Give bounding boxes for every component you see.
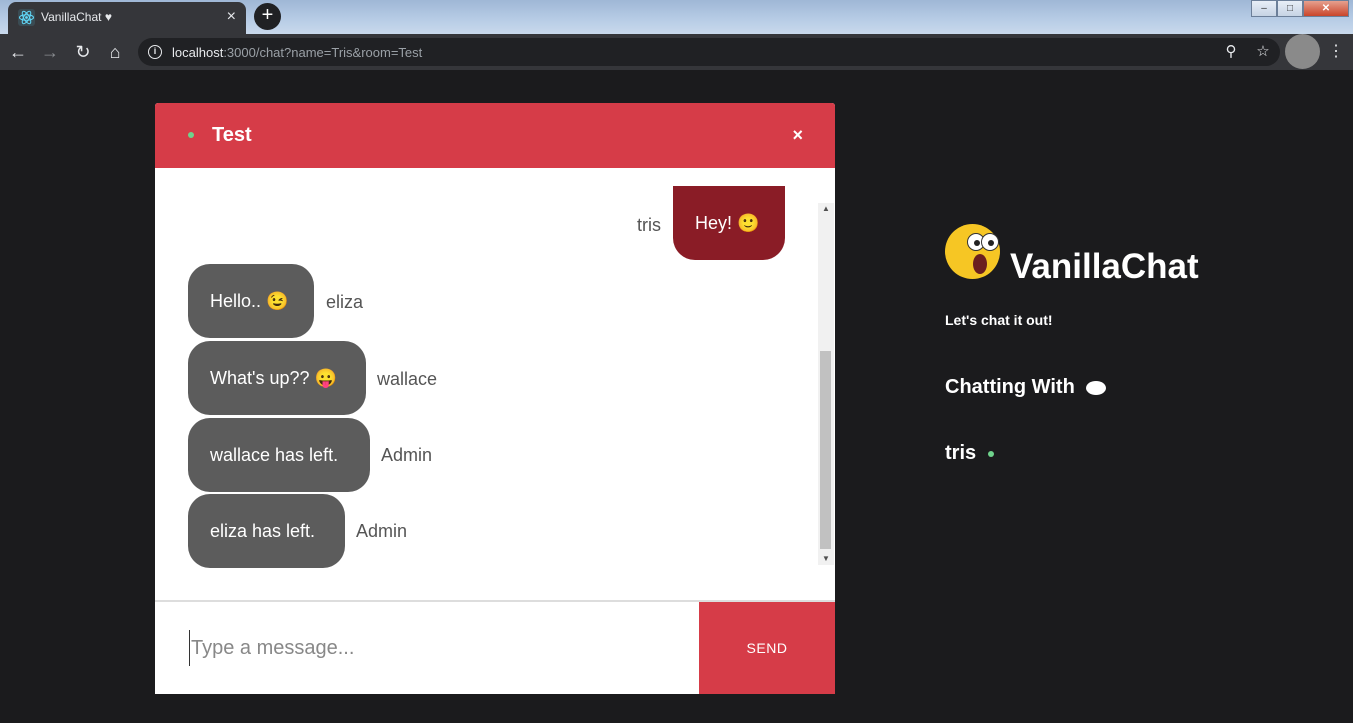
react-icon [18,9,35,26]
browser-toolbar: ← → ↻ ⌂ i localhost:3000/chat?name=Tris&… [0,34,1353,70]
window-close-button[interactable]: ✕ [1303,0,1349,17]
home-icon[interactable]: ⌂ [103,40,127,64]
scrollbar-thumb[interactable] [820,351,831,549]
message-sender: eliza [326,292,364,312]
message-sender: tris [637,215,661,235]
tab-close-icon[interactable]: × [227,8,236,26]
browser-titlebar: VanillaChat ♥ × + – □ ✕ [0,0,1353,34]
astonished-face-icon [945,224,1000,279]
address-bar[interactable]: i localhost:3000/chat?name=Tris&room=Tes… [138,38,1280,66]
browser-menu-icon[interactable]: ⋮ [1328,41,1344,61]
tab-title: VanillaChat ♥ [41,10,112,24]
message-list[interactable]: tris Hey! 🙂 Hello.. 😉 eliza What's up?? … [155,168,835,600]
chat-window: Test × tris Hey! 🙂 Hello.. 😉 eliza What'… [155,103,835,694]
message-sender: Admin [356,521,408,541]
message-bubble: What's up?? 😛 [188,341,366,415]
maximize-button[interactable]: □ [1277,0,1303,17]
brand-title: VanillaChat [1010,247,1199,286]
profile-avatar[interactable] [1285,34,1320,69]
message-composer [155,602,699,694]
message-bubble: eliza has left. [188,494,345,568]
speech-bubble-icon [1086,380,1107,395]
chatting-with-heading: Chatting With [945,376,1107,399]
browser-tab[interactable]: VanillaChat ♥ × [8,2,246,34]
scroll-up-icon[interactable]: ▲ [818,203,834,215]
message-sender: wallace [377,369,438,389]
message-bubble-mine: Hey! 🙂 [673,186,785,260]
window-controls: – □ ✕ [1251,0,1349,18]
message-input[interactable] [189,630,669,666]
back-icon[interactable]: ← [6,40,30,64]
minimize-button[interactable]: – [1251,0,1277,17]
zoom-icon[interactable]: ⚲ [1221,42,1241,62]
chat-header: Test × [155,103,835,168]
bookmark-star-icon[interactable]: ☆ [1253,42,1273,62]
close-chat-icon[interactable]: × [792,125,803,146]
message-sender: Admin [381,445,433,465]
brand-tagline: Let's chat it out! [945,312,1053,328]
new-tab-button[interactable]: + [254,3,281,30]
online-user-name: tris [945,442,977,464]
room-online-indicator [188,132,194,138]
forward-icon[interactable]: → [38,40,62,64]
room-name: Test [212,124,252,146]
reload-icon[interactable]: ↻ [71,40,95,64]
url-text: localhost:3000/chat?name=Tris&room=Test [172,45,423,60]
user-online-indicator [988,451,994,457]
scroll-down-icon[interactable]: ▼ [818,553,834,565]
message-bubble: wallace has left. [188,418,370,492]
site-info-icon[interactable]: i [148,45,162,59]
message-bubble: Hello.. 😉 [188,264,314,338]
message-scrollbar[interactable]: ▲ ▼ [818,203,834,565]
send-button[interactable]: SEND [699,602,835,694]
